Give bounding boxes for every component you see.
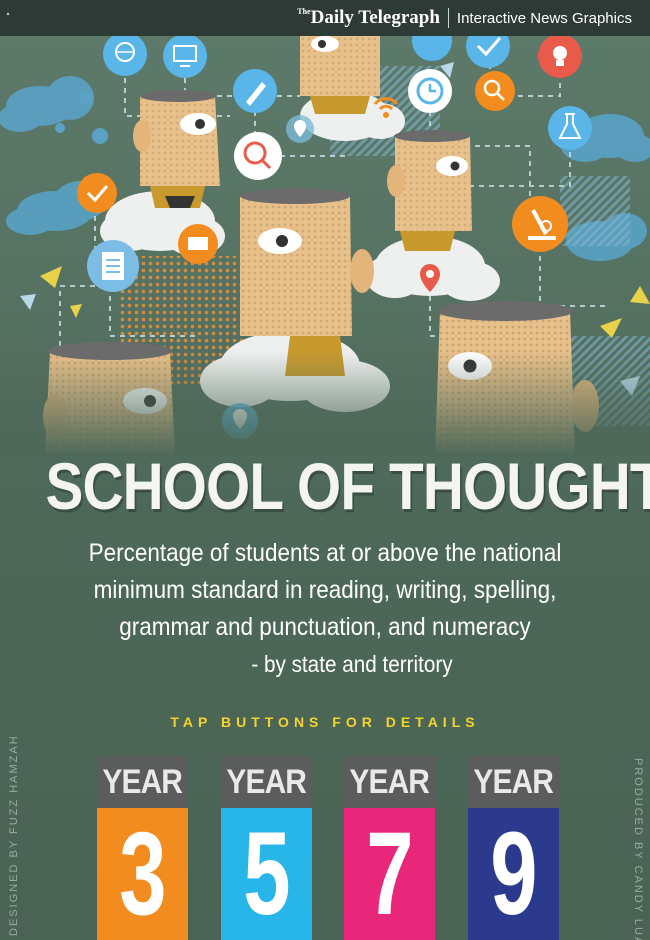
year-number: 3 [118, 808, 167, 940]
page: TheDaily Telegraph Interactive News Grap… [0, 0, 650, 940]
year-label: YEAR [102, 762, 183, 801]
year-label: YEAR [349, 762, 430, 801]
brand-logo[interactable]: TheDaily Telegraph [297, 7, 440, 29]
header-divider [447, 8, 449, 28]
subtitle-line-4: - by state and territory [251, 651, 453, 677]
year-number: 5 [242, 808, 291, 940]
year-number: 9 [489, 808, 538, 940]
year-number: 7 [365, 808, 414, 940]
tap-hint: TAP BUTTONS FOR DETAILS [170, 714, 480, 730]
subtitle-line-1: Percentage of students at or above the n… [88, 539, 562, 567]
year-label: YEAR [226, 762, 307, 801]
page-title: SCHOOL OF THOUGHT [45, 449, 650, 523]
year-7-button[interactable]: YEAR 7 [344, 756, 435, 940]
year-9-button[interactable]: YEAR 9 [468, 756, 559, 940]
hero-illustration [0, 36, 650, 456]
year-5-button[interactable]: YEAR 5 [221, 756, 312, 940]
section-label: Interactive News Graphics [456, 9, 632, 27]
year-label: YEAR [473, 762, 554, 801]
subtitle-line-2: minimum standard in reading, writing, sp… [93, 576, 557, 604]
year-3-button[interactable]: YEAR 3 [97, 756, 188, 940]
year-buttons: YEAR 3 YEAR 5 YEAR 7 YEAR 9 [0, 756, 650, 940]
dot-icon [6, 12, 10, 16]
page-subtitle: Percentage of students at or above the n… [20, 535, 630, 683]
header-bar: TheDaily Telegraph Interactive News Grap… [0, 0, 650, 36]
subtitle-line-3: grammar and punctuation, and numeracy [119, 613, 531, 641]
